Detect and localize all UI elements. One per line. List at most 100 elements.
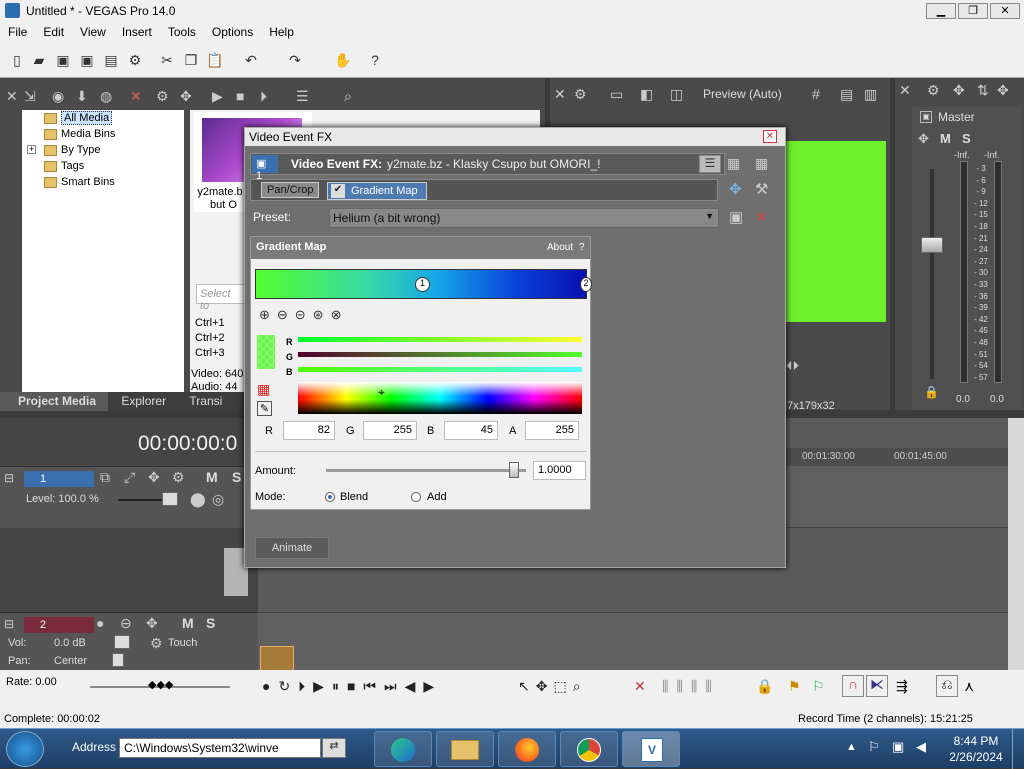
gradient-stop-1[interactable]: 1 <box>415 277 430 292</box>
close-panel-icon[interactable]: ✕ <box>899 82 911 99</box>
undo-icon[interactable]: ↶ <box>242 51 260 69</box>
tab-project-media[interactable]: Project Media <box>0 392 109 411</box>
address-input[interactable]: C:\Windows\System32\winve <box>119 738 321 758</box>
field-b[interactable]: 45 <box>444 421 498 440</box>
level-slider[interactable] <box>162 492 178 506</box>
about-link[interactable]: About <box>547 242 573 253</box>
properties-icon[interactable]: ⚙ <box>126 51 144 69</box>
make-compositing-child-icon[interactable]: ◎ <box>212 491 224 508</box>
overlays-icon[interactable]: ◫ <box>670 86 683 103</box>
red-channel-slider[interactable] <box>298 337 582 342</box>
import-icon[interactable]: ⇲ <box>24 88 36 105</box>
save-icon[interactable]: ▣ <box>54 51 72 69</box>
taskbar-vegas[interactable]: V <box>622 731 680 767</box>
checkbox-icon[interactable]: ✔ <box>331 184 345 198</box>
pan-slider[interactable] <box>112 653 124 667</box>
menu-view[interactable]: View <box>72 22 114 42</box>
menu-file[interactable]: File <box>0 22 35 42</box>
envelope-icon[interactable]: ⋏ <box>964 678 974 695</box>
transport-controls[interactable]: ●↻⏵▶⏸■⏮⏭◀▶ <box>262 678 442 695</box>
stop-icon[interactable]: ■ <box>236 88 244 104</box>
palette-icon[interactable]: ▦ <box>257 381 270 398</box>
radio-add[interactable] <box>411 492 421 502</box>
media-fx-icon[interactable]: ⚙ <box>156 88 169 105</box>
animate-button[interactable]: Animate <box>255 537 329 559</box>
save-as-icon[interactable]: ▣ <box>78 51 96 69</box>
minimize-button[interactable]: ▁ <box>926 3 956 19</box>
frame-nav-icon[interactable]: ⏴⏵ <box>786 358 799 374</box>
marker-icon[interactable]: ⚑ <box>788 678 801 695</box>
remove-icon[interactable]: ✕ <box>130 88 142 105</box>
touch-gear-icon[interactable]: ⚙ <box>150 635 163 652</box>
audio-track-lane[interactable] <box>258 612 1008 676</box>
preset-dropdown[interactable]: Helium (a bit wrong) ▼ <box>329 208 719 228</box>
amount-field[interactable]: 1.0000 <box>533 461 586 480</box>
external-monitor-icon[interactable]: ▭ <box>610 86 623 103</box>
compositing-icon[interactable]: ⧉ <box>100 469 110 486</box>
save-preset-icon[interactable]: ▣ <box>729 208 743 226</box>
taskbar-firefox[interactable] <box>498 731 556 767</box>
ripple-icon[interactable]: ⇶ <box>896 678 908 695</box>
paste-icon[interactable]: 📋 <box>206 51 224 69</box>
field-g[interactable]: 255 <box>363 421 417 440</box>
amount-slider[interactable] <box>509 462 519 478</box>
master-automation-icon[interactable]: ▣ <box>920 111 932 123</box>
delete-icon[interactable]: ✕ <box>634 678 646 695</box>
action-center-icon[interactable]: ⚐ <box>868 739 880 755</box>
gradient-stop-controls[interactable]: ⊕⊖⊝⊛⊗ <box>259 307 348 323</box>
solo-button[interactable]: S <box>206 615 215 631</box>
collapse-icon[interactable]: ⊟ <box>4 617 20 633</box>
tree-item-by-type[interactable]: + By Type <box>22 142 184 158</box>
media-search-input[interactable]: Select to <box>196 284 246 312</box>
chain-item-gradient-map[interactable]: ✔ Gradient Map <box>327 182 427 200</box>
close-button[interactable]: ✕ <box>990 3 1020 19</box>
volume-icon[interactable]: ◀ <box>916 739 926 755</box>
volume-slider[interactable] <box>114 635 130 649</box>
gradient-bar[interactable]: 1 2 <box>255 269 592 299</box>
web-icon[interactable]: ◍ <box>100 88 112 105</box>
remove-plugin-icon[interactable]: ⚒ <box>755 180 768 198</box>
arm-record-icon[interactable]: ● <box>96 615 104 631</box>
menu-help[interactable]: Help <box>261 22 302 42</box>
expand-icon[interactable]: + <box>27 145 36 154</box>
track-fx-icon[interactable]: ✥ <box>148 469 160 486</box>
help-icon[interactable]: ? <box>366 51 384 69</box>
mute-button[interactable]: M <box>206 469 218 485</box>
clock-date[interactable]: 2/26/2024 <box>944 750 1008 764</box>
menu-edit[interactable]: Edit <box>35 22 72 42</box>
tree-item-media-bins[interactable]: Media Bins <box>22 126 184 142</box>
close-panel-icon[interactable]: ✕ <box>6 88 18 105</box>
close-panel-icon[interactable]: ✕ <box>554 86 566 103</box>
menu-tools[interactable]: Tools <box>160 22 204 42</box>
mute-button[interactable]: M <box>940 131 951 146</box>
network-icon[interactable]: ▣ <box>892 739 904 755</box>
delete-preset-icon[interactable]: ✕ <box>755 208 768 226</box>
search-icon[interactable]: ⌕ <box>344 88 352 105</box>
tray-chevron-icon[interactable]: ▲ <box>846 741 857 753</box>
master-properties-icon[interactable]: ⚙ <box>927 82 940 99</box>
trim-tools[interactable]: ⫼⫼⫼⫼ <box>662 678 720 695</box>
tree-item-smart-bins[interactable]: Smart Bins <box>22 174 184 190</box>
open-icon[interactable]: ▰ <box>30 51 48 69</box>
copy-icon[interactable]: ❐ <box>182 51 200 69</box>
copy-snapshot-icon[interactable]: ▤ <box>840 86 853 103</box>
grid-icon[interactable]: # <box>812 86 820 102</box>
master-fx-icon[interactable]: ✥ <box>953 82 965 99</box>
auto-preview-icon[interactable]: ⏵ <box>260 88 267 105</box>
dim-icon[interactable]: ✥ <box>997 82 1009 99</box>
downmix-icon[interactable]: ⇅ <box>977 82 989 99</box>
region-icon[interactable]: ⚐ <box>812 678 825 695</box>
start-button-icon[interactable] <box>6 731 44 767</box>
show-desktop-button[interactable] <box>1012 729 1024 769</box>
redo-icon[interactable]: ↷ <box>286 51 304 69</box>
go-icon[interactable]: ⇄ <box>322 738 346 758</box>
menu-insert[interactable]: Insert <box>114 22 160 42</box>
tab-transitions[interactable]: Transi <box>179 391 232 411</box>
color-swatch[interactable] <box>257 335 275 369</box>
view-tile-icon[interactable]: ▦ <box>755 155 768 172</box>
radio-blend[interactable] <box>325 492 335 502</box>
split-screen-icon[interactable]: ◧ <box>640 86 653 103</box>
views-icon[interactable]: ☰ <box>296 88 309 105</box>
view-list-icon[interactable]: ☰ <box>699 155 721 173</box>
mute-button[interactable]: M <box>182 615 194 631</box>
